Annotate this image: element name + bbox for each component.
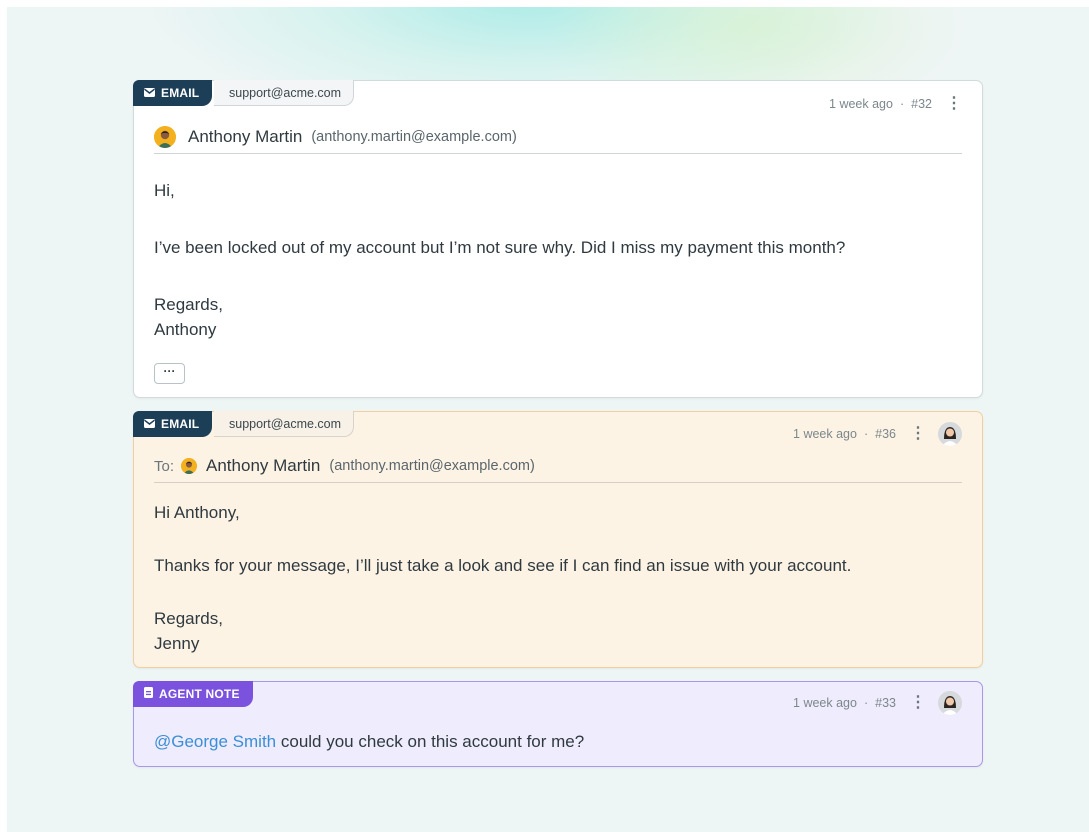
body-line: Regards, bbox=[154, 295, 223, 314]
note-icon bbox=[144, 687, 153, 701]
body-line: Anthony bbox=[154, 320, 217, 339]
message-meta: 1 week ago · #33 ⋮ bbox=[793, 691, 962, 715]
sender-name[interactable]: Anthony Martin bbox=[188, 127, 302, 147]
body-line: Jenny bbox=[154, 634, 200, 653]
message-card-incoming: support@acme.com EMAIL 1 week ago · #32 … bbox=[133, 80, 983, 398]
agent-note-label: AGENT NOTE bbox=[159, 687, 240, 701]
meta-separator: · bbox=[863, 427, 869, 441]
note-line: @George Smith could you check on this ac… bbox=[154, 729, 962, 754]
agent-note-card: AGENT NOTE 1 week ago · #33 ⋮ @George Sm… bbox=[133, 681, 983, 767]
note-body: @George Smith could you check on this ac… bbox=[154, 729, 962, 754]
message-id: #33 bbox=[875, 696, 896, 710]
envelope-icon bbox=[144, 417, 155, 431]
email-tag: EMAIL bbox=[133, 411, 213, 437]
body-line: Thanks for your message, I’ll just take … bbox=[154, 556, 852, 575]
recipient-email: (anthony.martin@example.com) bbox=[329, 458, 535, 474]
message-time: 1 week ago bbox=[829, 97, 893, 111]
avatar bbox=[154, 125, 176, 148]
envelope-icon bbox=[144, 86, 155, 100]
body-line: Hi, bbox=[154, 181, 175, 200]
recipient-row: To: Anthony Martin (anthony.martin@examp… bbox=[154, 450, 962, 483]
note-text: could you check on this account for me? bbox=[276, 732, 585, 751]
agent-avatar bbox=[938, 422, 962, 446]
email-tag-label: EMAIL bbox=[161, 417, 200, 431]
to-label: To: bbox=[154, 457, 175, 475]
conversation-background: support@acme.com EMAIL 1 week ago · #32 … bbox=[7, 7, 1089, 832]
message-body: Hi Anthony, Thanks for your message, I’l… bbox=[154, 500, 962, 656]
meta-separator: · bbox=[863, 696, 869, 710]
message-meta: 1 week ago · #32 ⋮ bbox=[829, 95, 962, 113]
email-tag-label: EMAIL bbox=[161, 86, 200, 100]
meta-separator: · bbox=[899, 97, 905, 111]
message-id: #36 bbox=[875, 427, 896, 441]
agent-avatar bbox=[938, 691, 962, 715]
sender-email: (anthony.martin@example.com) bbox=[311, 128, 517, 145]
recipient-name[interactable]: Anthony Martin bbox=[206, 456, 320, 476]
avatar bbox=[181, 458, 198, 474]
message-card-reply: support@acme.com EMAIL 1 week ago · #36 … bbox=[133, 411, 983, 668]
body-line: Regards, bbox=[154, 609, 223, 628]
message-id: #32 bbox=[911, 97, 932, 111]
kebab-menu-icon[interactable]: ⋮ bbox=[910, 426, 926, 442]
mention-link[interactable]: @George Smith bbox=[154, 732, 276, 751]
show-quoted-button[interactable]: ··· bbox=[154, 363, 185, 384]
mailbox-label: support@acme.com bbox=[214, 411, 355, 437]
body-line: Hi Anthony, bbox=[154, 503, 240, 522]
mailbox-label: support@acme.com bbox=[214, 80, 355, 106]
message-time: 1 week ago bbox=[793, 427, 857, 441]
message-body: Hi, I’ve been locked out of my account b… bbox=[154, 178, 962, 342]
agent-note-tag: AGENT NOTE bbox=[133, 681, 253, 707]
message-time: 1 week ago bbox=[793, 696, 857, 710]
message-meta: 1 week ago · #36 ⋮ bbox=[793, 422, 962, 446]
sender-row: Anthony Martin (anthony.martin@example.c… bbox=[154, 120, 962, 154]
kebab-menu-icon[interactable]: ⋮ bbox=[946, 96, 962, 112]
kebab-menu-icon[interactable]: ⋮ bbox=[910, 695, 926, 711]
body-line: I’ve been locked out of my account but I… bbox=[154, 238, 846, 257]
email-tag: EMAIL bbox=[133, 80, 213, 106]
